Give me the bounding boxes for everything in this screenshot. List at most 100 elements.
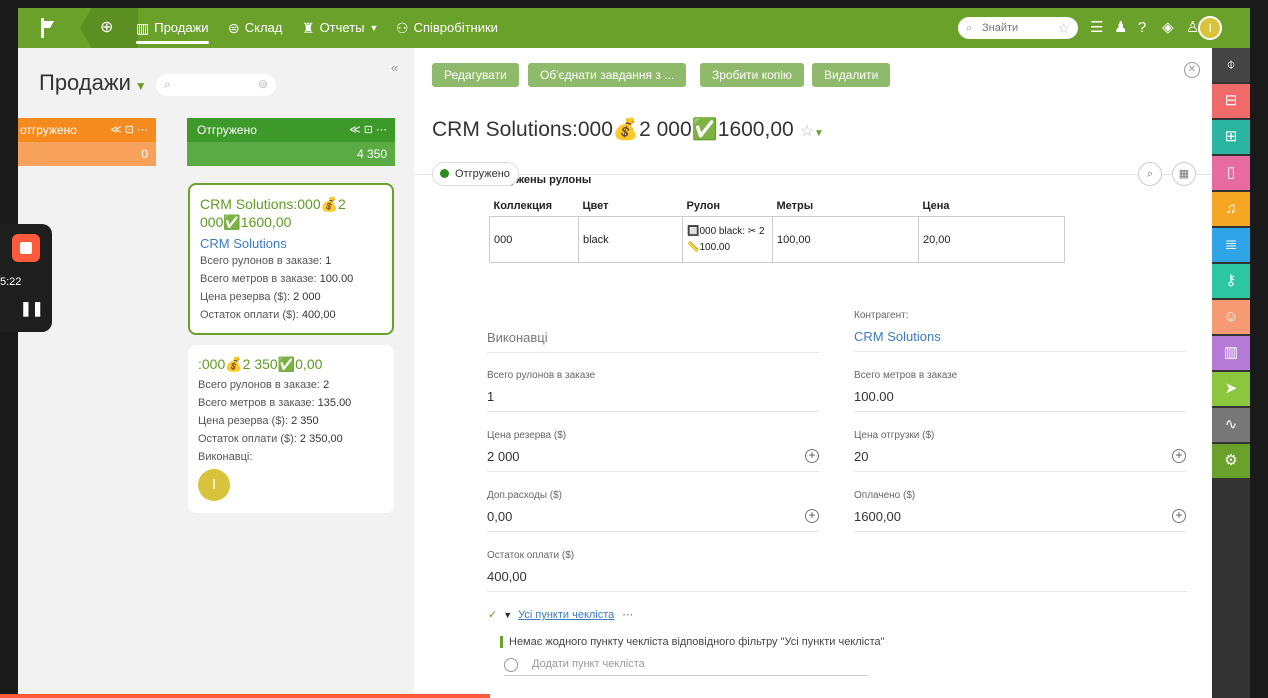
list-icon[interactable]: ≣ [1212,228,1250,262]
card-row-value: 2 000 [293,291,321,303]
nav-employees[interactable]: ⚇ Співробітники [396,8,498,48]
merge-tasks-button[interactable]: Об'єднати завдання з ... [528,63,687,87]
filter-icon[interactable]: ⊜ [258,77,268,91]
rolls-table: Коллекция Цвет Рулон Метры Цена 000 blac… [489,200,1065,263]
status-badge[interactable]: Отгружено [432,162,519,186]
avatar[interactable]: I [1198,16,1222,40]
help-icon[interactable]: ? [1138,8,1146,48]
table-title: ужены рулоны [510,174,592,186]
column-header-shipped-left[interactable]: отгружено ≪ ⊡ ⋯ 0 [18,118,156,166]
send-icon[interactable]: ➤ [1212,372,1250,406]
card-row: Всего метров в заказе: 100.00 [200,273,382,285]
performers-field[interactable]: Виконавці [487,326,819,353]
meters-field[interactable]: Всего метров в заказе 100.00 [854,370,1186,412]
card-row: Всего рулонов в заказе: 1 [200,255,382,267]
recording-indicator-line [0,694,490,698]
inbox-icon[interactable]: ⊟ [1212,84,1250,118]
search-icon: ⌕ [164,77,171,91]
docs-icon[interactable]: ▯ [1212,156,1250,190]
add-icon[interactable]: ⊕ [100,8,113,48]
rolls-field[interactable]: Всего рулонов в заказе 1 [487,370,819,412]
checklist-filter-label: Усі пункти чекліста [518,609,615,621]
collapse-icon[interactable]: « [391,60,398,75]
card-row-value: 2 [323,379,330,391]
star-icon[interactable]: ☆ [1057,17,1070,39]
funnel-icon[interactable]: ⌽ [1212,48,1250,82]
global-search-input[interactable]: ⌕ Знайти ☆ [958,17,1078,39]
card-row-label: Остаток оплати ($): [198,433,297,445]
chart-icon: ♜ [302,20,315,36]
deal-card[interactable]: :000💰2 350✅0,00 Всего рулонов в заказе: … [188,345,394,513]
card-row-value: 100.00 [319,273,354,285]
card-row: Цена резерва ($): 2 000 [200,291,382,303]
column-tools-icon[interactable]: ≪ ⊡ ⋯ [110,118,148,142]
table-cell[interactable]: 🔲000 black: ✂ 2📏100.00 [682,216,773,263]
nav-reports[interactable]: ♜ Отчеты ▼ [302,8,378,48]
card-row-label: Цена резерва ($): [198,415,289,427]
close-icon[interactable]: ✕ [1184,62,1200,78]
deal-title-text: CRM Solutions:000💰2 000✅1600,00 [432,118,794,141]
deal-card-selected[interactable]: CRM Solutions:000💰2 000✅1600,00 CRM Solu… [188,183,394,335]
deal-title: CRM Solutions:000💰2 000✅1600,00 ☆▼ [432,118,824,142]
add-checklist-item-input[interactable]: Додати пункт чекліста [504,658,868,676]
pulse-icon[interactable]: ∿ [1212,408,1250,442]
card-row-value: 2 350 [291,415,319,427]
table-header-row: Коллекция Цвет Рулон Метры Цена [490,200,1065,217]
column-header-shipped[interactable]: Отгружено ≪ ⊡ ⋯ 4 350 [187,118,395,166]
flow-icon[interactable]: ⊞ [1212,120,1250,154]
paid-field[interactable]: Оплачено ($) 1600,00 + [854,490,1186,532]
search-icon[interactable]: ⌕ [1138,162,1162,186]
plus-icon[interactable]: + [805,509,819,523]
card-row-label: Всего метров в заказе: [200,273,317,285]
copy-button[interactable]: Зробити копію [700,63,804,87]
page-title-label: Продажи [39,70,131,95]
nav-employees-label: Співробітники [413,20,498,35]
caret-down-icon: ▼ [503,610,513,620]
card-client-link[interactable]: CRM Solutions [200,236,382,251]
contractor-field[interactable]: Контрагент: CRM Solutions [854,310,1186,352]
table-header: Коллекция [493,200,553,212]
flag-logo-icon[interactable] [38,16,58,40]
bell-icon[interactable]: ♫ [1212,192,1250,226]
users-icon: ⚇ [396,20,409,36]
column-tools-icon[interactable]: ≪ ⊡ ⋯ [349,118,387,142]
delete-button[interactable]: Видалити [812,63,891,87]
field-value: 0,00 [487,509,513,524]
checklist-filter[interactable]: ✓ ▼ Усі пункти чекліста ⋯ [488,608,633,621]
field-value: 400,00 [487,569,527,584]
shipping-price-field[interactable]: Цена отгрузки ($) 20 + [854,430,1186,472]
plus-icon[interactable]: + [1172,509,1186,523]
balance-field[interactable]: Остаток оплати ($) 400,00 [487,550,1187,592]
key-icon[interactable]: ⚷ [1212,264,1250,298]
contractor-link[interactable]: CRM Solutions [854,329,1186,351]
contact-icon[interactable]: ☺ [1212,300,1250,334]
nav-warehouse[interactable]: ⊜ Склад [228,8,282,48]
tree-icon[interactable]: ♟ [1114,8,1127,48]
stats-icon[interactable]: ▥ [1212,336,1250,370]
screen-edge-right [1250,0,1268,698]
extra-costs-field[interactable]: Доп.расходы ($) 0,00 + [487,490,819,532]
sales-board: Продажи ▼ ⌕ ⊜ « отгружено ≪ ⊡ ⋯ 0 Отгружено… [18,48,414,698]
field-label: Цена отгрузки ($) [854,430,935,441]
field-label: Контрагент: [854,310,909,321]
pause-icon[interactable]: ❚❚ [20,300,43,317]
reserve-price-field[interactable]: Цена резерва ($) 2 000 + [487,430,819,472]
gear-icon[interactable]: ⚙ [1212,444,1250,478]
column-name-bar: Отгружено ≪ ⊡ ⋯ [187,118,395,142]
layers-icon[interactable]: ◈ [1162,8,1174,48]
more-icon[interactable]: ⋯ [622,609,633,621]
box-icon: ⊜ [228,20,240,36]
nav-sales[interactable]: ▥ Продажи [136,8,209,48]
stop-record-button[interactable] [12,234,40,262]
chevron-down-icon[interactable]: ▼ [814,128,824,139]
board-search-input[interactable]: ⌕ ⊜ [156,74,276,96]
plus-icon[interactable]: + [805,449,819,463]
columns-icon: ▥ [136,20,150,36]
menu-icon[interactable]: ☰ [1090,8,1103,48]
avatar[interactable]: I [198,469,230,501]
plus-icon[interactable]: + [1172,449,1186,463]
edit-button[interactable]: Редагувати [432,63,519,87]
star-icon[interactable]: ☆ [800,123,814,140]
calendar-icon[interactable]: ▦ [1172,162,1196,186]
page-title[interactable]: Продажи ▼ [39,70,147,96]
